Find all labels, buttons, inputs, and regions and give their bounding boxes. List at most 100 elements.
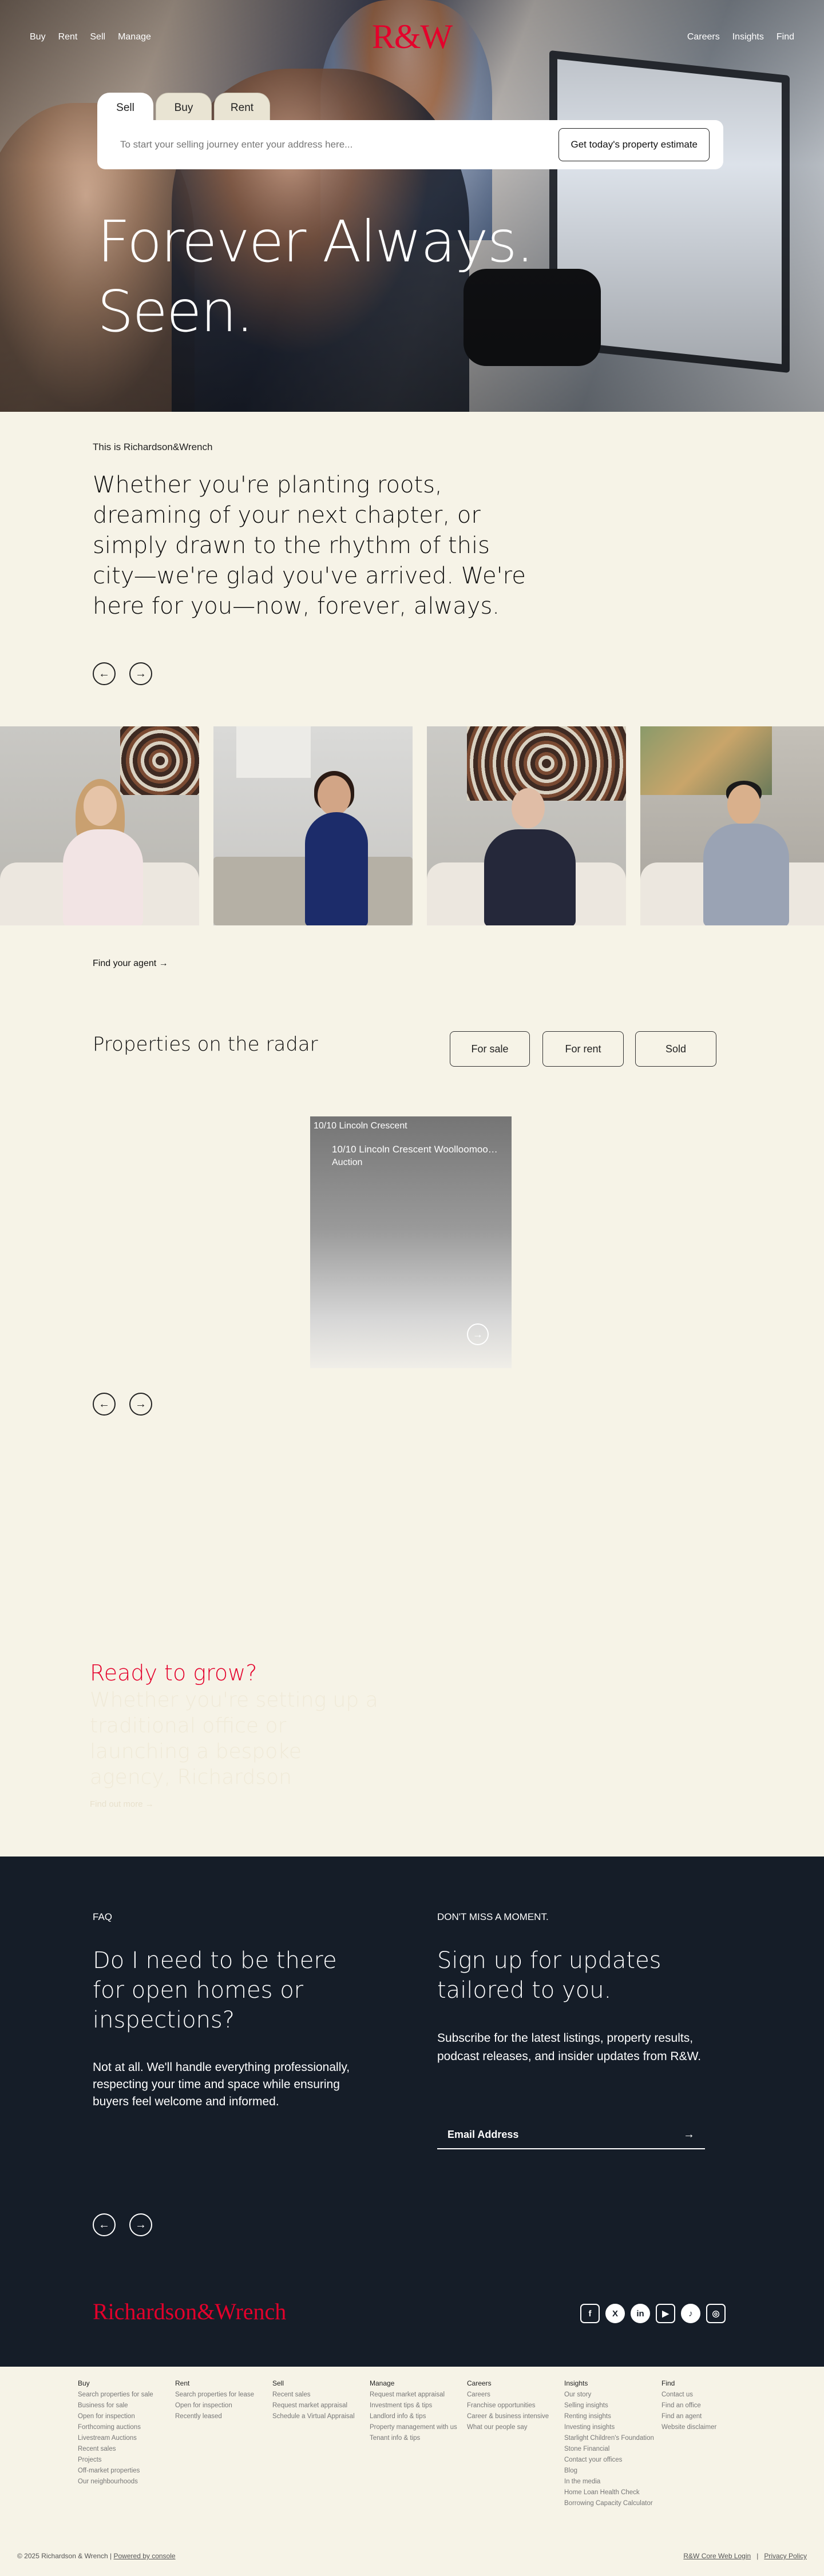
footer-link[interactable]: Recently leased [175, 2411, 266, 2422]
footer-link[interactable]: Forthcoming auctions [78, 2422, 168, 2433]
next-arrow-icon[interactable]: → [129, 662, 152, 685]
agent-photo[interactable] [213, 726, 413, 925]
footer-link[interactable]: Investing insights [564, 2422, 655, 2433]
footer-link[interactable]: Request market appraisal [272, 2400, 363, 2411]
grow-link[interactable]: Find out more → [90, 1799, 154, 1809]
footer-link[interactable]: Tenant info & tips [370, 2433, 460, 2444]
nav-insights[interactable]: Insights [732, 32, 764, 42]
footer-link[interactable]: Find an agent [661, 2411, 752, 2422]
footer-link[interactable]: Off-market properties [78, 2466, 168, 2476]
footer-link[interactable]: Career & business intensive [467, 2411, 557, 2422]
footer-link[interactable]: Home Loan Health Check [564, 2487, 655, 2498]
footer-link[interactable]: Open for inspection [78, 2411, 168, 2422]
footer-link[interactable]: Open for inspection [175, 2400, 266, 2411]
hero-title-line2: Seen. [97, 278, 254, 345]
footer-column-title: Find [661, 2379, 675, 2387]
core-web-login-link[interactable]: R&W Core Web Login [683, 2552, 751, 2560]
property-open-arrow-icon[interactable]: → [467, 1323, 489, 1345]
prev-arrow-icon[interactable]: ← [93, 662, 116, 685]
agent-photo[interactable] [640, 726, 824, 925]
footer-link[interactable]: Our neighbourhoods [78, 2476, 168, 2487]
footer-link[interactable]: Investment tips & tips [370, 2400, 460, 2411]
footer-column-title: Manage [370, 2379, 395, 2387]
footer-column: Insights Our story Selling insights Renting… [564, 2379, 661, 2509]
nav-find[interactable]: Find [777, 32, 794, 42]
filter-sold-button[interactable]: Sold [635, 1031, 716, 1067]
footer-link[interactable]: Search properties for lease [175, 2390, 266, 2400]
next-arrow-icon[interactable]: → [129, 2213, 152, 2236]
footer-link[interactable]: Recent sales [272, 2390, 363, 2400]
property-estimate-button[interactable]: Get today's property estimate [558, 128, 710, 161]
faq-eyebrow: FAQ [93, 1911, 113, 1922]
footer-link[interactable]: Schedule a Virtual Appraisal [272, 2411, 363, 2422]
footer-link[interactable]: Request market appraisal [370, 2390, 460, 2400]
grow-text: Whether you're setting up a traditional … [90, 1688, 378, 1789]
footer-link[interactable]: Our story [564, 2390, 655, 2400]
footer-column: Rent Search properties for lease Open for … [175, 2379, 272, 2509]
footer-link[interactable]: What our people say [467, 2422, 557, 2433]
footer-link[interactable]: Contact your offices [564, 2455, 655, 2466]
footer-column-title: Buy [78, 2379, 90, 2387]
address-search-input[interactable] [120, 139, 559, 150]
intro-text: Whether you're planting roots, dreaming … [93, 472, 526, 619]
footer-link[interactable]: Website disclaimer [661, 2422, 752, 2433]
prev-arrow-icon[interactable]: ← [93, 1393, 116, 1416]
social-links: f X in ▶ ♪ ◎ [580, 2304, 726, 2323]
instagram-icon[interactable]: ◎ [706, 2304, 726, 2323]
footer-link[interactable]: Blog [564, 2466, 655, 2476]
footer-link[interactable]: Selling insights [564, 2400, 655, 2411]
prev-arrow-icon[interactable]: ← [93, 2213, 116, 2236]
search-tabs: Sell Buy Rent [97, 93, 270, 122]
filter-for-sale-button[interactable]: For sale [450, 1031, 530, 1067]
footer-link[interactable]: Search properties for sale [78, 2390, 168, 2400]
footer-link[interactable]: Borrowing Capacity Calculator [564, 2498, 655, 2509]
footer-link[interactable]: Careers [467, 2390, 557, 2400]
privacy-policy-link[interactable]: Privacy Policy [764, 2552, 807, 2560]
footer-link[interactable]: Renting insights [564, 2411, 655, 2422]
footer-link[interactable]: Find an office [661, 2400, 752, 2411]
footer-column: Buy Search properties for sale Business fo… [78, 2379, 175, 2509]
footer-link[interactable]: Contact us [661, 2390, 752, 2400]
footer-link[interactable]: Projects [78, 2455, 168, 2466]
agent-photo[interactable] [427, 726, 626, 925]
find-agent-link[interactable]: Find your agent → [93, 959, 168, 969]
property-card[interactable]: 10/10 Lincoln Crescent 10/10 Lincoln Cre… [310, 1116, 512, 1368]
tab-rent[interactable]: Rent [214, 93, 270, 122]
faq-question: Do I need to be there for open homes or … [93, 1947, 337, 2033]
linkedin-icon[interactable]: in [631, 2304, 650, 2323]
intro-eyebrow: This is Richardson&Wrench [93, 442, 213, 452]
hero-overlay [0, 0, 824, 412]
property-image-label: 10/10 Lincoln Crescent [314, 1121, 407, 1131]
tab-buy[interactable]: Buy [156, 93, 212, 122]
footer-link[interactable]: Business for sale [78, 2400, 168, 2411]
faq-carousel-controls: ← → [93, 2213, 152, 2236]
grow-title: Ready to grow? [90, 1660, 258, 1685]
footer-link[interactable]: Livestream Auctions [78, 2433, 168, 2444]
footer-column: Careers Careers Franchise opportunities Car… [467, 2379, 564, 2509]
faq-subscribe-section [0, 1857, 824, 2367]
powered-by-link[interactable]: Powered by console [114, 2552, 176, 2560]
agent-photo[interactable] [0, 726, 199, 925]
hero-section [0, 0, 824, 412]
submit-arrow-icon[interactable]: → [683, 2128, 695, 2141]
tab-sell[interactable]: Sell [97, 93, 153, 122]
footer-link[interactable]: Starlight Children's Foundation [564, 2433, 655, 2444]
x-twitter-icon[interactable]: X [605, 2304, 625, 2323]
nav-careers[interactable]: Careers [687, 32, 720, 42]
properties-title: Properties on the radar [93, 1033, 318, 1056]
filter-for-rent-button[interactable]: For rent [542, 1031, 624, 1067]
property-sale-type: Auction [332, 1158, 363, 1167]
facebook-icon[interactable]: f [580, 2304, 600, 2323]
footer-link[interactable]: Property management with us [370, 2422, 460, 2433]
footer-link[interactable]: Stone Financial [564, 2444, 655, 2455]
email-input[interactable] [447, 2128, 683, 2141]
tiktok-icon[interactable]: ♪ [681, 2304, 700, 2323]
footer-link[interactable]: Landlord info & tips [370, 2411, 460, 2422]
footer-link[interactable]: Franchise opportunities [467, 2400, 557, 2411]
footer-link[interactable]: In the media [564, 2476, 655, 2487]
footer-brand-logo[interactable]: Richardson&Wrench [93, 2298, 286, 2325]
footer-column: Sell Recent sales Request market appraisal… [272, 2379, 370, 2509]
next-arrow-icon[interactable]: → [129, 1393, 152, 1416]
youtube-icon[interactable]: ▶ [656, 2304, 675, 2323]
footer-link[interactable]: Recent sales [78, 2444, 168, 2455]
